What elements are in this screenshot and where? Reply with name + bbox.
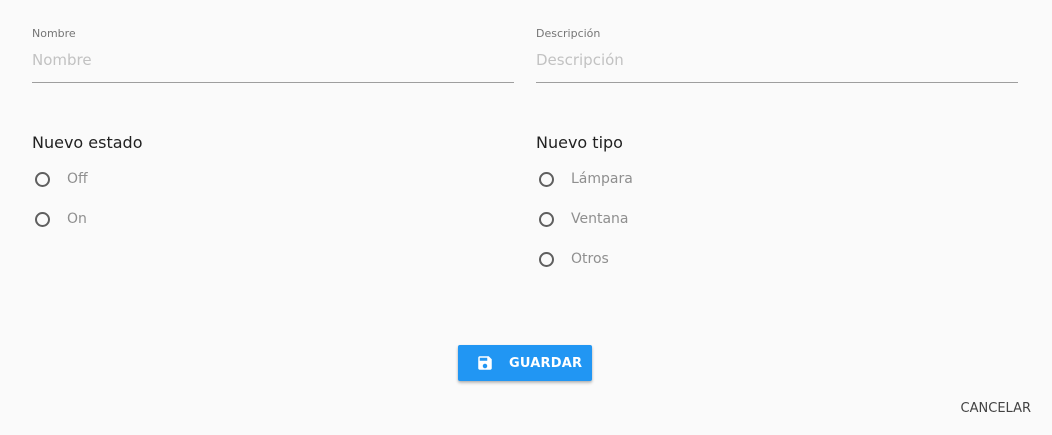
radio-option-ventana[interactable]: Ventana bbox=[536, 207, 629, 231]
radio-label-off: Off bbox=[67, 171, 88, 187]
nombre-field[interactable]: Nombre bbox=[32, 26, 514, 83]
radio-label-otros: Otros bbox=[571, 251, 609, 267]
estado-radio-group: Nuevo estado Off On bbox=[32, 131, 143, 227]
nombre-input[interactable] bbox=[32, 48, 514, 72]
radio-unchecked-icon[interactable] bbox=[35, 211, 50, 227]
floppy-disk-icon bbox=[476, 354, 494, 372]
radio-unchecked-icon[interactable] bbox=[539, 211, 554, 227]
descripcion-label: Descripción bbox=[536, 27, 601, 40]
radio-label-on: On bbox=[67, 211, 87, 227]
nombre-label: Nombre bbox=[32, 27, 76, 40]
radio-option-on[interactable]: On bbox=[32, 207, 87, 231]
radio-option-off[interactable]: Off bbox=[32, 167, 88, 191]
tipo-radio-group: Nuevo tipo Lámpara Ventana Otros bbox=[536, 131, 633, 267]
estado-title: Nuevo estado bbox=[32, 133, 143, 152]
descripcion-field[interactable]: Descripción bbox=[536, 26, 1018, 83]
radio-unchecked-icon[interactable] bbox=[539, 251, 554, 267]
radio-option-otros[interactable]: Otros bbox=[536, 247, 609, 271]
radio-unchecked-icon[interactable] bbox=[539, 171, 554, 187]
descripcion-input[interactable] bbox=[536, 48, 1018, 72]
cancel-button[interactable]: CANCELAR bbox=[961, 398, 1031, 420]
radio-unchecked-icon[interactable] bbox=[35, 171, 50, 187]
save-button[interactable]: GUARDAR bbox=[458, 345, 592, 381]
radio-label-ventana: Ventana bbox=[571, 211, 629, 227]
save-button-label: GUARDAR bbox=[509, 355, 583, 371]
radio-option-lampara[interactable]: Lámpara bbox=[536, 167, 633, 191]
radio-label-lampara: Lámpara bbox=[571, 171, 633, 187]
tipo-title: Nuevo tipo bbox=[536, 133, 623, 152]
